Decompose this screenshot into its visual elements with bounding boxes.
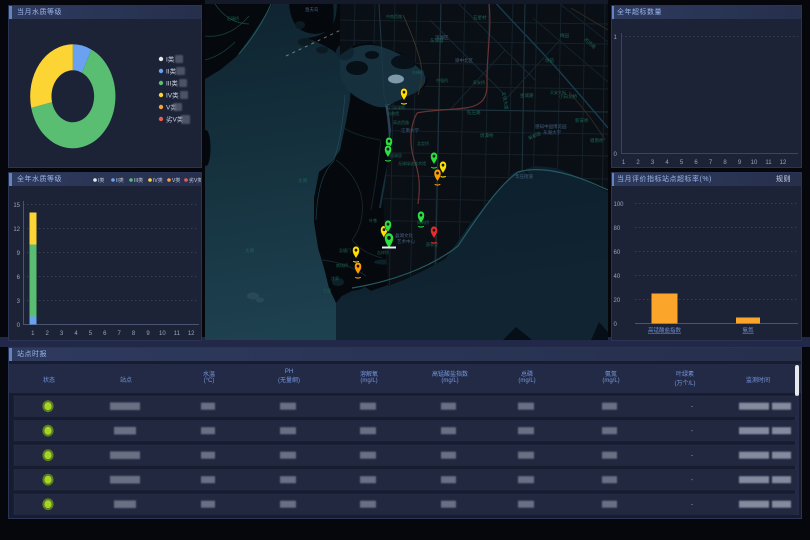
svg-text:园湖居: 园湖居 [390, 152, 402, 158]
svg-text:高浪西路: 高浪西路 [393, 119, 409, 125]
svg-text:沈家: 沈家 [331, 275, 339, 281]
svg-text:7: 7 [118, 331, 122, 337]
svg-text:氨氮: 氨氮 [742, 326, 754, 334]
svg-text:无锡绿波美术馆: 无锡绿波美术馆 [398, 160, 426, 166]
svg-text:吉祥桥: 吉祥桥 [377, 249, 389, 255]
svg-text:12: 12 [13, 227, 20, 233]
svg-text:金城路: 金城路 [520, 92, 534, 99]
svg-text:6: 6 [694, 160, 698, 166]
svg-text:7: 7 [709, 160, 713, 166]
svg-text:小白龙桥: 小白龙桥 [559, 93, 577, 100]
svg-text:感知中国博览园: 感知中国博览园 [535, 123, 567, 130]
svg-text:I类: I类 [166, 55, 175, 64]
svg-text:9: 9 [738, 160, 742, 166]
svg-text:0: 0 [614, 322, 618, 328]
svg-text:江南大学: 江南大学 [401, 127, 419, 134]
svg-text:40: 40 [614, 274, 621, 280]
svg-text:II类: II类 [166, 67, 177, 76]
svg-text:6: 6 [103, 331, 107, 337]
svg-text:梅园: 梅园 [560, 32, 569, 39]
svg-text:坊前: 坊前 [545, 57, 554, 64]
svg-text:8: 8 [132, 331, 136, 337]
svg-text:60: 60 [614, 250, 621, 256]
svg-text:IV类: IV类 [153, 177, 163, 184]
svg-text:艺术中心: 艺术中心 [397, 238, 415, 245]
svg-text:15: 15 [13, 203, 20, 209]
svg-text:80: 80 [614, 226, 621, 232]
svg-text:东绛桥: 东绛桥 [412, 69, 424, 75]
svg-text:高锰酸盐指数: 高锰酸盐指数 [648, 326, 682, 334]
svg-text:12: 12 [188, 331, 195, 337]
svg-text:8: 8 [723, 160, 727, 166]
svg-text:北定桥: 北定桥 [417, 140, 429, 146]
svg-text:蠡湖文化: 蠡湖文化 [395, 232, 413, 239]
svg-text:东湖塘: 东湖塘 [430, 37, 444, 44]
svg-text:12: 12 [780, 160, 787, 166]
svg-text:II类: II类 [116, 177, 124, 184]
svg-text:寿安桥: 寿安桥 [473, 79, 485, 85]
svg-text:9: 9 [146, 331, 150, 337]
svg-text:五星村: 五星村 [473, 14, 487, 20]
svg-text:4: 4 [665, 160, 669, 166]
svg-text:III类: III类 [134, 177, 143, 184]
svg-text:科普馆: 科普馆 [387, 110, 399, 116]
svg-text:华庄街道: 华庄街道 [515, 173, 533, 180]
svg-text:10: 10 [751, 160, 758, 166]
svg-text:太湖: 太湖 [298, 177, 307, 184]
svg-text:0: 0 [17, 323, 21, 329]
svg-text:0: 0 [614, 152, 618, 158]
svg-text:梁中北区: 梁中北区 [455, 57, 473, 64]
svg-text:石塘桥: 石塘桥 [227, 15, 239, 21]
svg-text:5: 5 [89, 331, 93, 337]
svg-text:10: 10 [159, 331, 166, 337]
svg-text:20: 20 [614, 298, 621, 304]
svg-text:V类: V类 [172, 177, 180, 184]
svg-text:中强桥: 中强桥 [436, 77, 448, 83]
svg-text:11: 11 [765, 160, 772, 166]
svg-text:渔夫岛: 渔夫岛 [305, 6, 319, 13]
svg-text:劣V类: 劣V类 [189, 177, 201, 184]
svg-text:2: 2 [636, 160, 640, 166]
svg-text:9: 9 [17, 251, 21, 257]
svg-text:新安桥: 新安桥 [575, 117, 589, 124]
svg-text:1: 1 [614, 35, 618, 41]
svg-text:1: 1 [31, 331, 35, 337]
svg-text:周潭桥: 周潭桥 [480, 132, 494, 139]
svg-text:I类: I类 [98, 177, 104, 184]
svg-text:3: 3 [17, 299, 21, 305]
svg-text:薛家里: 薛家里 [426, 241, 438, 247]
svg-text:东湖大学: 东湖大学 [543, 129, 561, 136]
svg-text:IV类: IV类 [166, 91, 179, 100]
svg-text:100: 100 [614, 202, 625, 208]
svg-text:太湖: 太湖 [245, 247, 254, 254]
svg-text:1: 1 [622, 160, 626, 166]
svg-text:2: 2 [46, 331, 50, 337]
svg-text:3: 3 [60, 331, 64, 337]
svg-text:III类: III类 [166, 79, 178, 88]
svg-text:九里: 九里 [323, 287, 331, 293]
svg-text:叶巷: 叶巷 [369, 217, 377, 223]
svg-text:塘南桥: 塘南桥 [590, 137, 604, 144]
svg-text:长广溪湿地: 长广溪湿地 [385, 104, 405, 110]
svg-text:南场桥: 南场桥 [336, 262, 348, 268]
svg-text:4: 4 [74, 331, 78, 337]
svg-text:11: 11 [174, 331, 181, 337]
svg-text:5: 5 [680, 160, 684, 166]
svg-text:旺庄路: 旺庄路 [467, 109, 481, 116]
svg-text:6: 6 [17, 275, 21, 281]
svg-text:吴塘门: 吴塘门 [339, 247, 351, 253]
svg-text:3: 3 [651, 160, 655, 166]
svg-text:中南西路: 中南西路 [386, 13, 402, 19]
